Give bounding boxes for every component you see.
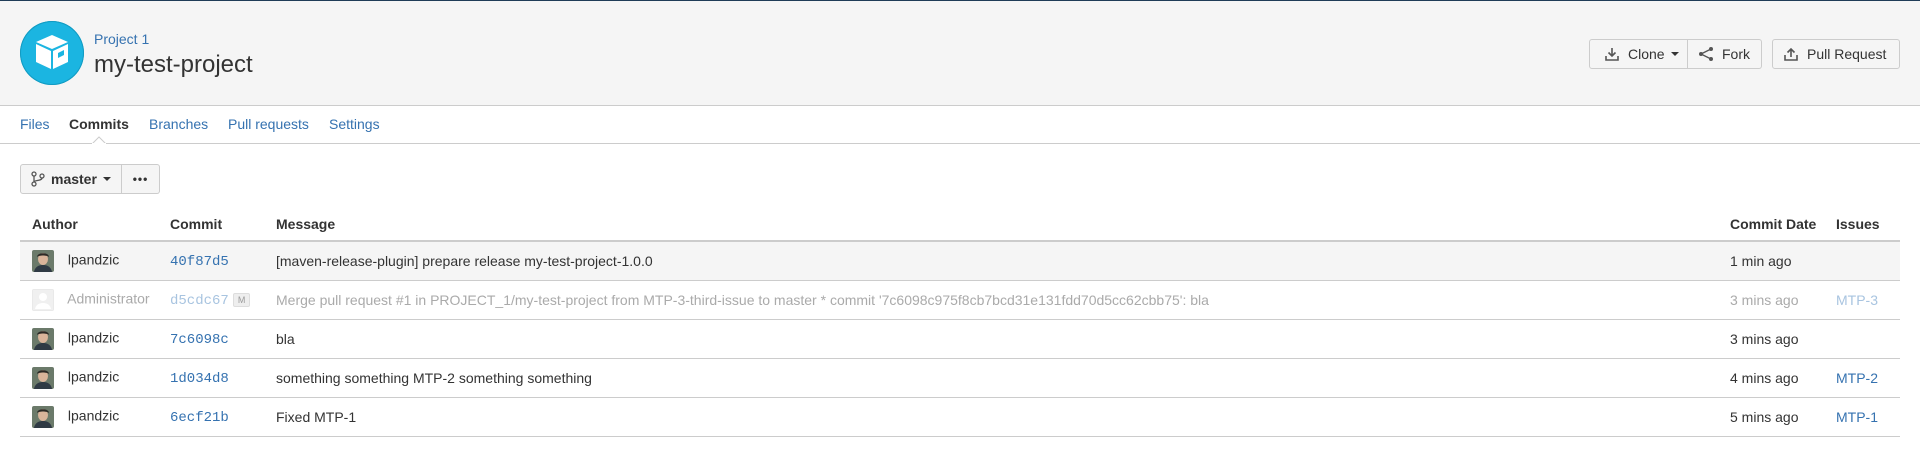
author-cell: lpandzic: [20, 319, 158, 359]
author-cell: lpandzic: [20, 241, 158, 281]
issues-cell: [1824, 241, 1900, 281]
commit-message: [maven-release-plugin] prepare release m…: [264, 241, 1718, 281]
author-name: lpandzic: [67, 251, 120, 268]
issues-cell: MTP-2: [1824, 358, 1900, 398]
active-tab-indicator: [92, 136, 106, 144]
tab-settings[interactable]: Settings: [329, 116, 380, 132]
tab-commits[interactable]: Commits: [69, 116, 129, 132]
tab-files[interactable]: Files: [20, 116, 50, 132]
repository-header: Project 1 my-test-project Clone Fork Pul…: [0, 1, 1920, 106]
fork-button[interactable]: Fork: [1688, 39, 1762, 69]
issues-cell: MTP-1: [1824, 397, 1900, 437]
user-avatar: [32, 406, 54, 428]
clone-button[interactable]: Clone: [1589, 39, 1688, 69]
project-link[interactable]: Project 1: [94, 31, 149, 47]
commit-message: Merge pull request #1 in PROJECT_1/my-te…: [264, 280, 1718, 320]
commit-date: 3 mins ago: [1718, 280, 1824, 320]
more-actions-button[interactable]: •••: [122, 164, 160, 194]
table-row[interactable]: lpandzic 40f87d5 [maven-release-plugin] …: [20, 241, 1900, 281]
commit-message: something something MTP-2 something some…: [264, 358, 1718, 398]
commit-cell: 1d034d8: [158, 358, 264, 398]
table-row[interactable]: lpandzic 6ecf21b Fixed MTP-1 5 mins ago …: [20, 397, 1900, 437]
clone-label: Clone: [1628, 46, 1665, 62]
user-avatar: [32, 328, 54, 350]
column-header-commit: Commit: [158, 208, 264, 242]
branch-name: master: [51, 171, 97, 187]
tab-pull-requests[interactable]: Pull requests: [228, 116, 309, 132]
table-row[interactable]: Administrator d5cdc67 M Merge pull reques…: [20, 280, 1900, 320]
commit-message: bla: [264, 319, 1718, 359]
issue-link[interactable]: MTP-3: [1836, 292, 1878, 308]
chevron-down-icon: [1670, 52, 1679, 56]
issues-cell: MTP-3: [1824, 280, 1900, 320]
commit-date: 4 mins ago: [1718, 358, 1824, 398]
commit-date: 3 mins ago: [1718, 319, 1824, 359]
column-header-date: Commit Date: [1718, 208, 1824, 242]
tab-branches[interactable]: Branches: [149, 116, 208, 132]
commit-message: Fixed MTP-1: [264, 397, 1718, 437]
default-user-avatar: [32, 289, 54, 311]
author-cell: Administrator: [20, 280, 158, 320]
merge-badge: M: [232, 293, 251, 308]
column-header-issues: Issues: [1824, 208, 1900, 242]
more-icon: •••: [132, 172, 149, 186]
user-avatar: [32, 367, 54, 389]
column-header-author: Author: [20, 208, 158, 242]
author-name: lpandzic: [67, 368, 120, 385]
table-row[interactable]: lpandzic 1d034d8 something something MTP…: [20, 358, 1900, 398]
commit-cell: 7c6098c: [158, 319, 264, 359]
column-header-message: Message: [264, 208, 1718, 242]
commit-cell: 6ecf21b: [158, 397, 264, 437]
repository-title: my-test-project: [94, 51, 253, 78]
author-name: Administrator: [67, 290, 150, 307]
box-icon: [36, 35, 68, 69]
commit-hash-link[interactable]: 6ecf21b: [170, 410, 229, 426]
issue-link[interactable]: MTP-2: [1836, 370, 1878, 386]
chevron-down-icon: [102, 177, 111, 181]
issue-link[interactable]: MTP-1: [1836, 409, 1878, 425]
table-row[interactable]: lpandzic 7c6098c bla 3 mins ago: [20, 319, 1900, 359]
author-cell: lpandzic: [20, 358, 158, 398]
commit-hash-link[interactable]: 40f87d5: [170, 254, 229, 270]
fork-label: Fork: [1722, 46, 1750, 62]
author-cell: lpandzic: [20, 397, 158, 437]
project-avatar[interactable]: [20, 21, 84, 85]
branch-selector[interactable]: master: [20, 164, 122, 194]
issues-cell: [1824, 319, 1900, 359]
commit-cell: d5cdc67 M: [158, 280, 264, 320]
commit-date: 5 mins ago: [1718, 397, 1824, 437]
table-header-row: Author Commit Message Commit Date Issues: [20, 208, 1900, 242]
commit-hash-link[interactable]: d5cdc67: [170, 293, 229, 309]
commit-date: 1 min ago: [1718, 241, 1824, 281]
repository-tabs: Files Commits Branches Pull requests Set…: [0, 106, 1920, 144]
download-icon: [1604, 46, 1620, 62]
author-name: lpandzic: [67, 329, 120, 346]
branch-icon: [31, 171, 45, 187]
fork-icon: [1698, 46, 1714, 62]
commit-hash-link[interactable]: 7c6098c: [170, 332, 229, 348]
author-name: lpandzic: [67, 407, 120, 424]
commits-table: Author Commit Message Commit Date Issues…: [20, 208, 1900, 437]
user-avatar: [32, 250, 54, 272]
commit-cell: 40f87d5: [158, 241, 264, 281]
create-pull-request-button[interactable]: Pull Request: [1772, 39, 1900, 69]
commit-hash-link[interactable]: 1d034d8: [170, 371, 229, 387]
pull-request-label: Pull Request: [1807, 46, 1887, 62]
upload-icon: [1783, 46, 1799, 62]
